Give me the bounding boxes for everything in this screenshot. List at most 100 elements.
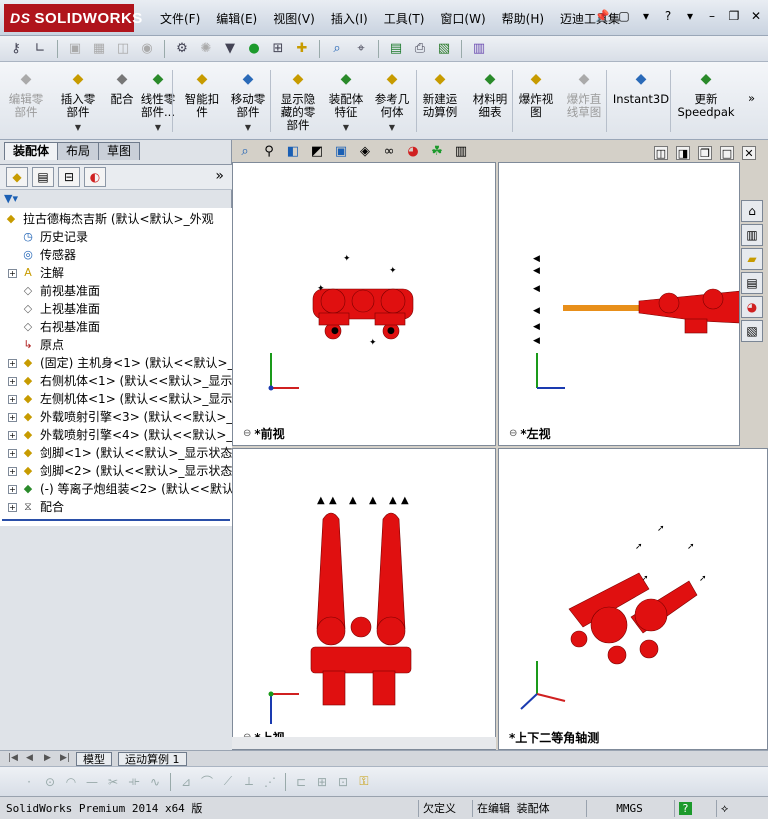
tree-root[interactable]: ◆ 拉古德梅杰吉斯 (默认<默认>_外观 (3, 210, 214, 228)
status-units[interactable]: MMGS (586, 800, 672, 817)
search-icon[interactable]: ⌕ (327, 39, 347, 59)
expand-toggle-icon[interactable]: + (8, 358, 17, 368)
smart-dimension-icon[interactable]: ⊏ (292, 773, 310, 791)
minimize-icon[interactable]: – (704, 8, 720, 24)
restore-icon[interactable]: ❐ (726, 8, 742, 24)
horizontal-scrollbar[interactable] (232, 737, 496, 749)
tree-item[interactable]: + A 注解 (8, 264, 64, 282)
tree-item[interactable]: + ◆ (固定) 主机身<1> (默认<<默认>_显 (8, 354, 232, 372)
help-book-icon[interactable]: ▥ (469, 39, 489, 59)
relation-icon[interactable]: ⊿ (177, 773, 195, 791)
monitor-icon[interactable]: ▣ (65, 39, 85, 59)
key-icon[interactable]: ⚷ (6, 39, 26, 59)
trim-icon[interactable]: ✂ (104, 773, 122, 791)
assembly-features-button[interactable]: ◆ 装配体 特征 ▼ (324, 68, 368, 134)
display-style-icon[interactable]: ◈ (356, 142, 374, 160)
tree-item[interactable]: + ◆ 剑脚<2> (默认<<默认>_显示状态 1 (8, 462, 232, 480)
expand-toggle-icon[interactable]: + (8, 268, 17, 278)
move-icon[interactable]: ✚ (292, 39, 312, 59)
circle-icon[interactable]: ⊙ (41, 773, 59, 791)
fillet-icon[interactable]: ⌒ (198, 773, 216, 791)
scene-icon[interactable]: ☘ (428, 142, 446, 160)
menu-tools[interactable]: 工具(T) (376, 10, 433, 28)
line-icon[interactable]: — (83, 773, 101, 791)
expand-toggle-icon[interactable]: + (8, 430, 17, 440)
library-icon[interactable]: ▥ (741, 224, 763, 246)
first-tab-icon[interactable]: |◀ (8, 753, 18, 763)
section-view-icon[interactable]: ◩ (308, 142, 326, 160)
expand-toggle-icon[interactable]: + (8, 466, 17, 476)
viewport-front[interactable]: ✦ ✦ ✦ ✦ ● ● ⊖ *前视 (232, 162, 496, 446)
dimension-icon[interactable]: ⟂ (240, 773, 258, 791)
smart-fasteners-button[interactable]: ◆ 智能扣 件 (180, 68, 224, 119)
close-icon[interactable]: ✕ (742, 146, 756, 160)
grid-icon[interactable]: ⊞ (268, 39, 288, 59)
tree-item[interactable]: ◷ 历史记录 (8, 228, 88, 246)
help-icon[interactable]: ? (660, 8, 676, 24)
previous-tab-icon[interactable]: ◀ (26, 753, 33, 763)
tab-sketch[interactable]: 草图 (98, 142, 141, 160)
chevron-down-icon[interactable]: ▾ (682, 8, 698, 24)
tree-item[interactable]: ◇ 右视基准面 (8, 318, 100, 336)
next-tab-icon[interactable]: ▶ (44, 753, 51, 763)
move-component-button[interactable]: ◆ 移动零 部件 ▼ (226, 68, 270, 134)
tree-item[interactable]: + ◆ 外载喷射引擎<3> (默认<<默认>_显 (8, 408, 232, 426)
previous-view-icon[interactable]: ◧ (284, 142, 302, 160)
layers-icon[interactable]: ◫ (113, 39, 133, 59)
rebuild-status-icon[interactable]: ⟡ (716, 800, 766, 817)
viewport-split-icon[interactable]: ◨ (676, 146, 690, 160)
tree-item[interactable]: ◎ 传感器 (8, 246, 76, 264)
restore-icon[interactable]: ❐ (698, 146, 712, 160)
menu-window[interactable]: 窗口(W) (432, 10, 493, 28)
viewport-top[interactable]: ▲▲▲▲▲▲ ⊖*上视 (232, 448, 496, 750)
expand-toggle-icon[interactable]: + (8, 484, 17, 494)
expand-icon[interactable]: » (215, 168, 224, 184)
expand-toggle-icon[interactable]: + (8, 376, 17, 386)
tree-item[interactable]: + ◆ 右侧机体<1> (默认<<默认>_显示状 (8, 372, 232, 390)
folder-icon[interactable]: ▰ (741, 248, 763, 270)
explode-line-sketch-button[interactable]: ◆ 爆炸直 线草图 (562, 68, 606, 119)
gear-icon[interactable]: ⚙ (172, 39, 192, 59)
point-icon[interactable]: · (20, 773, 38, 791)
mirror-icon[interactable]: ⟛ (125, 773, 143, 791)
zoom-icon[interactable]: ⌖ (351, 39, 371, 59)
funnel-icon[interactable]: ▼ (220, 39, 240, 59)
linear-pattern-button[interactable]: ◆ 线性零 部件... ▼ (136, 68, 180, 134)
new-document-icon[interactable]: ▢ (616, 8, 632, 24)
tree-item[interactable]: + ◆ 剑脚<1> (默认<<默认>_显示状态 1 (8, 444, 232, 462)
tab-assembly[interactable]: 装配体 (4, 142, 59, 160)
viewport-isometric[interactable]: ➚ ➚ ➚ ➚ ➚ *上下二等角轴测 (498, 448, 768, 750)
edit-component-button[interactable]: ◆ 编辑零 部件 (4, 68, 48, 119)
tab-model[interactable]: 模型 (76, 752, 112, 766)
chevron-down-icon[interactable]: ▼ (245, 121, 251, 134)
expand-toggle-icon[interactable]: + (8, 394, 17, 404)
view-settings-icon[interactable]: ▥ (452, 142, 470, 160)
update-speedpak-button[interactable]: ◆ 更新 Speedpak (676, 68, 736, 119)
arc-icon[interactable]: ◠ (62, 773, 80, 791)
chevron-down-icon[interactable]: ▼ (75, 121, 81, 134)
home-icon[interactable]: ⌂ (741, 200, 763, 222)
cog-icon[interactable]: ✺ (196, 39, 216, 59)
menu-insert[interactable]: 插入(I) (323, 10, 376, 28)
chevron-down-icon[interactable]: ▼ (389, 121, 395, 134)
zoom-to-fit-icon[interactable]: ⌕ (236, 142, 254, 160)
appearances-icon[interactable]: ◕ (741, 296, 763, 318)
expand-toggle-icon[interactable]: + (8, 502, 17, 512)
excel-icon[interactable]: ▤ (386, 39, 406, 59)
menu-edit[interactable]: 编辑(E) (208, 10, 265, 28)
reference-geometry-button[interactable]: ◆ 参考几 何体 ▼ (370, 68, 414, 134)
angle-icon[interactable]: ∟ (30, 39, 50, 59)
tab-layout[interactable]: 布局 (57, 142, 100, 160)
menu-help[interactable]: 帮助(H) (494, 10, 552, 28)
components-icon[interactable]: ▦ (89, 39, 109, 59)
expand-toggle-icon[interactable]: + (8, 412, 17, 422)
last-tab-icon[interactable]: ▶| (60, 753, 70, 763)
chamfer-icon[interactable]: ⟋ (219, 773, 237, 791)
more-icon[interactable]: » (748, 92, 755, 105)
help-icon[interactable]: ? (674, 800, 714, 817)
location-icon[interactable]: ● (244, 39, 264, 59)
tree-item[interactable]: + ◆ 外载喷射引擎<4> (默认<<默认>_显 (8, 426, 232, 444)
zoom-area-icon[interactable]: ⚲ (260, 142, 278, 160)
menu-view[interactable]: 视图(V) (265, 10, 323, 28)
tab-motion-study[interactable]: 运动算例 1 (118, 752, 187, 766)
